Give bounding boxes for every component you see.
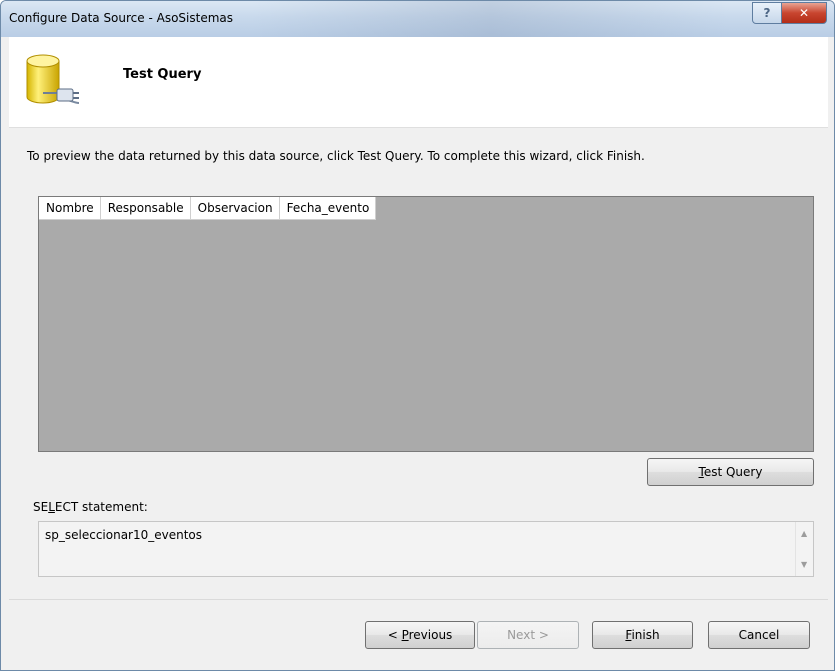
help-icon: ? [763, 6, 771, 20]
previous-label: < Previous [387, 628, 453, 642]
dialog-window: Configure Data Source - AsoSistemas ? ✕ [0, 0, 835, 671]
column-header-fecha-evento[interactable]: Fecha_evento [279, 197, 377, 220]
next-label: Next > [507, 628, 549, 642]
column-header-observacion[interactable]: Observacion [190, 197, 280, 220]
scroll-up-icon[interactable]: ▲ [801, 529, 807, 538]
title-bar[interactable]: Configure Data Source - AsoSistemas ? ✕ [1, 1, 834, 37]
window-title: Configure Data Source - AsoSistemas [9, 11, 234, 25]
test-query-button[interactable]: Test Query [647, 458, 814, 486]
previous-button[interactable]: < Previous [365, 621, 475, 649]
wizard-header: Test Query [9, 37, 828, 128]
page-title: Test Query [123, 67, 202, 82]
column-header-responsable[interactable]: Responsable [100, 197, 191, 220]
select-statement-field[interactable]: sp_seleccionar10_eventos ▲ ▼ [38, 521, 814, 577]
wizard-footer: < Previous Next > Finish Cancel [9, 599, 828, 666]
finish-label: Finish [625, 628, 660, 642]
scroll-down-icon[interactable]: ▼ [801, 560, 807, 569]
column-header-nombre[interactable]: Nombre [39, 197, 101, 220]
close-button[interactable]: ✕ [781, 2, 827, 24]
title-bar-glass [251, 1, 731, 37]
instructions-text: To preview the data returned by this dat… [27, 149, 645, 163]
results-grid[interactable]: Nombre Responsable Observacion Fecha_eve… [38, 196, 814, 452]
finish-button[interactable]: Finish [592, 621, 693, 649]
wizard-content: To preview the data returned by this dat… [9, 128, 828, 598]
test-query-label: Test Query [698, 465, 763, 479]
grid-header-row: Nombre Responsable Observacion Fecha_eve… [39, 197, 377, 220]
select-scrollbar[interactable]: ▲ ▼ [795, 522, 813, 576]
select-statement-label: SELECT statement: [33, 500, 148, 514]
next-button[interactable]: Next > [477, 621, 579, 649]
cancel-button[interactable]: Cancel [708, 621, 810, 649]
select-statement-value: sp_seleccionar10_eventos [45, 528, 203, 542]
close-icon: ✕ [798, 6, 810, 20]
database-connection-icon [26, 54, 80, 104]
cancel-label: Cancel [738, 628, 780, 642]
help-button[interactable]: ? [752, 2, 782, 24]
